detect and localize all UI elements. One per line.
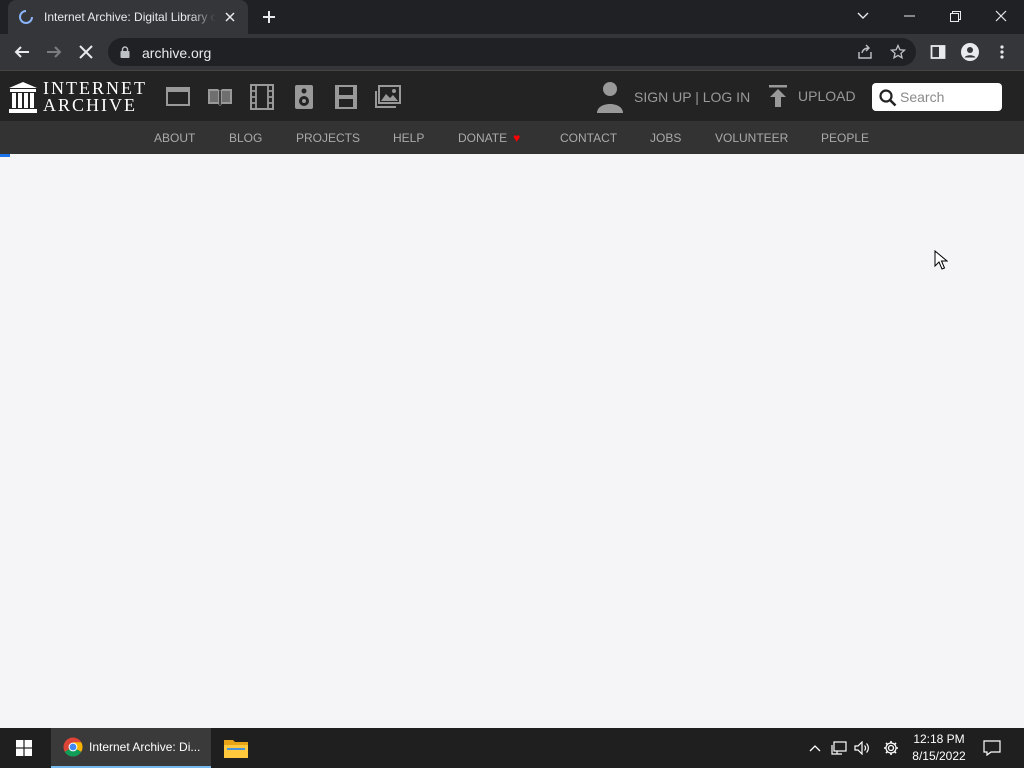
chevron-up-icon xyxy=(809,745,821,752)
minimize-icon xyxy=(903,15,915,17)
lock-icon xyxy=(120,46,130,58)
texts-icon[interactable] xyxy=(207,84,233,110)
new-tab-button[interactable] xyxy=(259,7,279,27)
upload-label: UPLOAD xyxy=(798,88,856,104)
minimize-button[interactable] xyxy=(886,0,932,32)
taskbar-clock[interactable]: 12:18 PM 8/15/2022 xyxy=(906,731,972,765)
nav-donate[interactable]: DONATE ♥ xyxy=(458,131,520,145)
upload-icon xyxy=(769,85,787,107)
tab-title: Internet Archive: Digital Library of Fre… xyxy=(44,10,216,24)
mouse-cursor-icon xyxy=(934,250,948,270)
taskbar: Internet Archive: Di... 12:18 PM 8/15/20… xyxy=(0,728,1024,768)
restore-icon xyxy=(949,10,961,22)
nav-jobs[interactable]: JOBS xyxy=(650,131,681,145)
ia-topbar: INTERNET ARCHIVE SIGN UP | LOG IN UPLOAD… xyxy=(0,70,1024,121)
search-box[interactable] xyxy=(872,83,1002,111)
audio-icon[interactable] xyxy=(291,84,317,110)
menu-button[interactable] xyxy=(990,40,1014,64)
profile-icon xyxy=(961,43,979,61)
windows-icon xyxy=(16,740,32,756)
taskbar-chrome-label: Internet Archive: Di... xyxy=(89,740,201,754)
page-viewport: INTERNET ARCHIVE SIGN UP | LOG IN UPLOAD… xyxy=(0,70,1024,728)
nav-help[interactable]: HELP xyxy=(393,131,424,145)
tab-strip: Internet Archive: Digital Library of Fre… xyxy=(0,0,1024,34)
forward-icon xyxy=(47,46,62,58)
archive-building-icon xyxy=(9,82,37,113)
show-hidden-icons-button[interactable] xyxy=(805,728,825,768)
close-window-button[interactable] xyxy=(978,0,1024,32)
nav-about[interactable]: ABOUT xyxy=(154,131,195,145)
menu-icon xyxy=(1000,45,1004,59)
volume-button[interactable] xyxy=(852,728,872,768)
logo-line2: ARCHIVE xyxy=(43,95,137,115)
browser-tab[interactable]: Internet Archive: Digital Library of Fre… xyxy=(8,0,248,34)
address-bar[interactable]: archive.org xyxy=(108,38,916,66)
back-button[interactable] xyxy=(10,40,34,64)
profile-button[interactable] xyxy=(958,40,982,64)
nav-people[interactable]: PEOPLE xyxy=(821,131,869,145)
stop-icon xyxy=(79,45,93,59)
search-input[interactable] xyxy=(900,87,996,107)
sign-up-login-link[interactable]: SIGN UP | LOG IN xyxy=(596,81,750,113)
search-icon xyxy=(879,89,897,107)
loading-spinner-icon xyxy=(18,9,34,25)
side-panel-button[interactable] xyxy=(926,40,950,64)
notification-icon xyxy=(983,740,1001,756)
upload-link[interactable]: UPLOAD xyxy=(768,85,856,107)
chrome-icon xyxy=(63,737,83,757)
network-button[interactable] xyxy=(829,728,849,768)
chevron-down-icon xyxy=(857,12,869,19)
restore-button[interactable] xyxy=(932,0,978,32)
nav-contact[interactable]: CONTACT xyxy=(560,131,617,145)
nav-volunteer[interactable]: VOLUNTEER xyxy=(715,131,788,145)
settings-icon xyxy=(884,741,898,755)
forward-button[interactable] xyxy=(42,40,66,64)
stop-button[interactable] xyxy=(74,40,98,64)
clock-date: 8/15/2022 xyxy=(912,749,966,763)
taskbar-file-explorer-button[interactable] xyxy=(215,728,257,768)
close-icon xyxy=(995,10,1007,22)
taskbar-chrome-button[interactable]: Internet Archive: Di... xyxy=(51,728,211,768)
plus-icon xyxy=(263,11,275,23)
star-icon[interactable] xyxy=(889,43,907,61)
ia-logo[interactable]: INTERNET ARCHIVE xyxy=(9,79,147,115)
browser-toolbar: archive.org xyxy=(0,34,1024,70)
web-icon[interactable] xyxy=(165,84,191,110)
side-panel-icon xyxy=(930,45,946,59)
clock-time: 12:18 PM xyxy=(913,732,965,746)
ia-nav-bar: ABOUT BLOG PROJECTS HELP DONATE ♥ CONTACT… xyxy=(0,121,1024,154)
tab-search-button[interactable] xyxy=(840,0,886,32)
page-loading-bar xyxy=(0,154,10,157)
video-icon[interactable] xyxy=(249,84,275,110)
share-icon[interactable] xyxy=(856,43,874,61)
nav-blog[interactable]: BLOG xyxy=(229,131,262,145)
url-text: archive.org xyxy=(142,45,212,61)
tab-close-icon[interactable] xyxy=(222,9,238,25)
images-icon[interactable] xyxy=(375,84,401,110)
software-icon[interactable] xyxy=(333,84,359,110)
settings-button[interactable] xyxy=(880,728,902,768)
nav-projects[interactable]: PROJECTS xyxy=(296,131,360,145)
folder-icon xyxy=(224,740,248,758)
sign-up-login-label: SIGN UP | LOG IN xyxy=(634,89,751,105)
action-center-button[interactable] xyxy=(979,728,1005,768)
network-icon xyxy=(831,741,847,755)
start-button[interactable] xyxy=(0,728,48,768)
logo-text: INTERNET ARCHIVE xyxy=(43,79,147,115)
nav-donate-label: DONATE xyxy=(458,131,508,145)
user-icon xyxy=(597,82,623,113)
back-icon xyxy=(14,46,29,58)
heart-icon: ♥ xyxy=(513,131,521,145)
volume-icon xyxy=(853,741,869,755)
